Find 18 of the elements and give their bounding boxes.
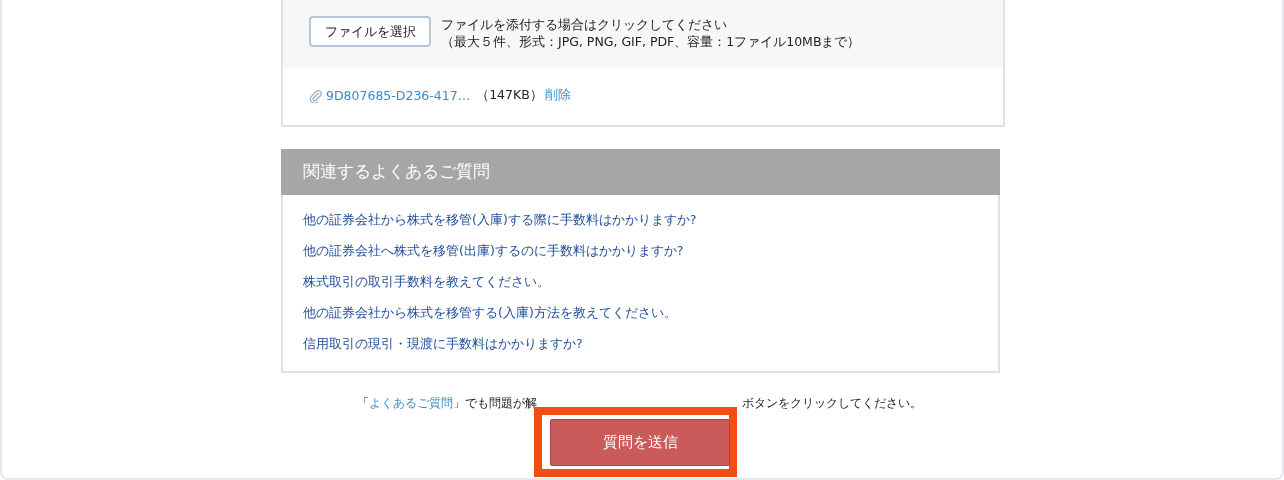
notice-text: 」でも問題が解 [452, 395, 537, 411]
notice-text: 「 [356, 395, 369, 411]
notice-text: ボタンをクリックしてください。 [741, 395, 922, 411]
delete-link[interactable]: 削除 [544, 87, 571, 104]
faq-link[interactable]: 他の証券会社から株式を移管する(入庫)方法を教えてください。 [303, 304, 998, 322]
faq-link[interactable]: 信用取引の現引・現渡に手数料はかかりますか? [303, 335, 998, 353]
faq-header: 関連するよくあるご質問 [281, 149, 1000, 195]
paperclip-icon [309, 88, 323, 103]
faq-link[interactable]: よくあるご質問 [368, 395, 453, 411]
file-size: （147KB） [476, 87, 543, 104]
faq-link[interactable]: 他の証券会社へ株式を移管(出庫)するのに手数料はかかりますか? [303, 242, 998, 260]
faq-link[interactable]: 株式取引の取引手数料を教えてください。 [303, 273, 998, 291]
faq-link[interactable]: 他の証券会社から株式を移管(入庫)する際に手数料はかかりますか? [303, 211, 998, 229]
attachment-link[interactable]: 9D807685-D236-417… [326, 88, 471, 103]
upload-hint: ファイルを添付する場合はクリックしてください [441, 16, 728, 33]
submit-button[interactable]: 質問を送信 [550, 419, 730, 466]
upload-limits: （最大５件、形式：JPG, PNG, GIF, PDF、容量：1ファイル10MBまで） [441, 33, 861, 50]
choose-file-button[interactable]: ファイルを選択 [309, 16, 431, 47]
